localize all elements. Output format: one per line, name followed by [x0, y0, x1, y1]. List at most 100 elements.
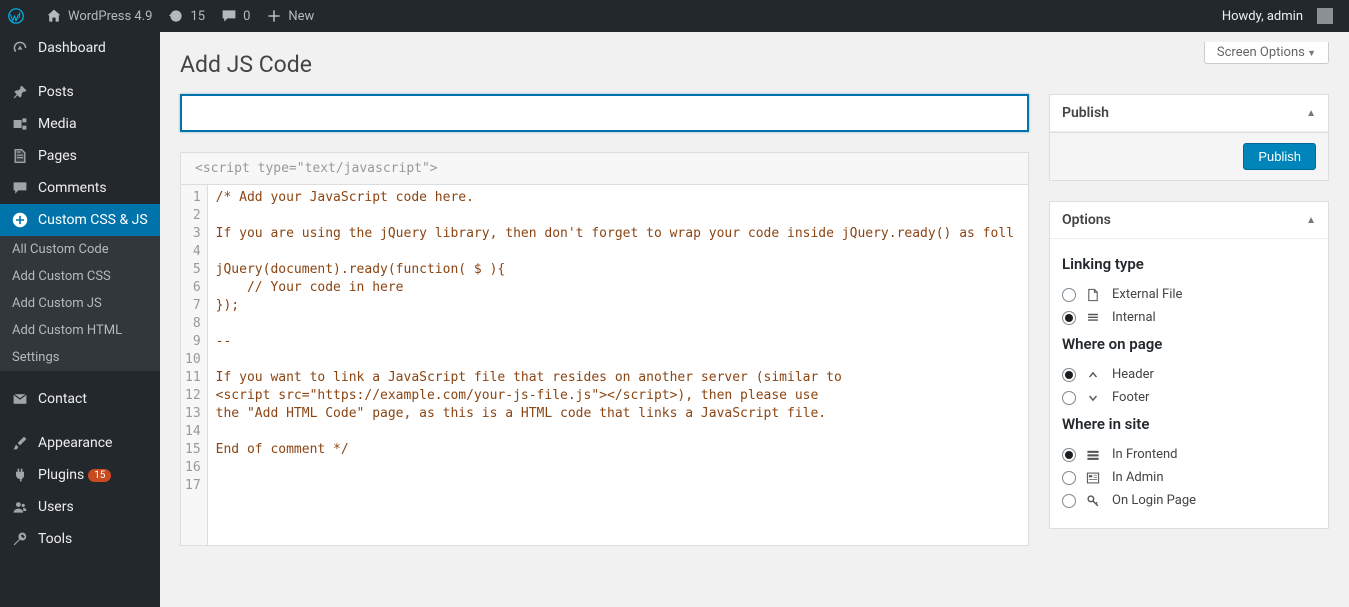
- sidebar-item-label: Appearance: [38, 435, 112, 451]
- radio-button[interactable]: [1062, 368, 1076, 382]
- option-label: Internal: [1112, 310, 1156, 325]
- sidebar-item-label: Dashboard: [38, 40, 106, 56]
- sidebar-item-pages[interactable]: Pages: [0, 140, 160, 172]
- refresh-icon: [168, 8, 184, 24]
- pin-icon: [10, 84, 30, 100]
- main-content: Screen Options Add JS Code <script type=…: [160, 32, 1349, 607]
- option-internal[interactable]: Internal: [1062, 306, 1316, 329]
- submenu-item-add-custom-html[interactable]: Add Custom HTML: [0, 317, 160, 344]
- sidebar-item-appearance[interactable]: Appearance: [0, 427, 160, 459]
- code-line: [216, 477, 1020, 495]
- options-section-where_page: Where on page Header Footer: [1062, 335, 1316, 409]
- option-on-login-page[interactable]: On Login Page: [1062, 489, 1316, 512]
- sidebar-item-label: Pages: [38, 148, 77, 164]
- sidebar-item-dashboard[interactable]: Dashboard: [0, 32, 160, 64]
- updates-link[interactable]: 15: [160, 0, 213, 32]
- key-icon: [1086, 494, 1102, 508]
- code-line: [216, 423, 1020, 441]
- option-label: On Login Page: [1112, 493, 1196, 508]
- sidebar-item-label: Custom CSS & JS: [38, 212, 148, 228]
- updates-count: 15: [190, 9, 205, 24]
- sidebar-item-contact[interactable]: Contact: [0, 383, 160, 415]
- option-external-file[interactable]: External File: [1062, 283, 1316, 306]
- plug-icon: [10, 467, 30, 483]
- radio-button[interactable]: [1062, 448, 1076, 462]
- submenu-item-all-custom-code[interactable]: All Custom Code: [0, 236, 160, 263]
- sidebar-item-users[interactable]: Users: [0, 491, 160, 523]
- screen-options-toggle[interactable]: Screen Options: [1204, 42, 1329, 64]
- sidebar-item-posts[interactable]: Posts: [0, 76, 160, 108]
- code-title-input[interactable]: [180, 94, 1029, 132]
- publish-box-toggle[interactable]: ▲: [1306, 108, 1316, 119]
- dashboard-icon: [10, 40, 30, 56]
- sidebar-item-media[interactable]: Media: [0, 108, 160, 140]
- code-line: [216, 207, 1020, 225]
- media-icon: [10, 116, 30, 132]
- sidebar-item-comments[interactable]: Comments: [0, 172, 160, 204]
- sidebar-item-tools[interactable]: Tools: [0, 523, 160, 555]
- options-heading: Where on page: [1062, 335, 1316, 353]
- publish-button[interactable]: Publish: [1243, 143, 1316, 170]
- admin-bar-left: WordPress 4.9 15 0 New: [0, 0, 322, 32]
- code-line: [216, 351, 1020, 369]
- code-line: [216, 459, 1020, 477]
- option-footer[interactable]: Footer: [1062, 386, 1316, 409]
- publish-box-title: Publish: [1062, 105, 1109, 121]
- code-textarea[interactable]: /* Add your JavaScript code here. If you…: [208, 185, 1028, 545]
- options-box-title: Options: [1062, 212, 1111, 228]
- editor-script-tag: <script type="text/javascript">: [181, 153, 1028, 185]
- internal-icon: [1086, 311, 1102, 325]
- code-line: End of comment */: [216, 441, 1020, 459]
- home-icon: [46, 8, 62, 24]
- admin-sidebar: Dashboard Posts Media Pages Comments Custom C…: [0, 32, 160, 607]
- radio-button[interactable]: [1062, 494, 1076, 508]
- sidebar-item-plugins[interactable]: Plugins15: [0, 459, 160, 491]
- account-link[interactable]: Howdy, admin: [1214, 0, 1341, 32]
- code-line: // Your code in here: [216, 279, 1020, 297]
- code-line: jQuery(document).ready(function( $ ){: [216, 261, 1020, 279]
- admin-bar-right: Howdy, admin: [1214, 0, 1341, 32]
- wp-logo[interactable]: [0, 0, 38, 32]
- code-editor: <script type="text/javascript"> 12345678…: [180, 152, 1029, 546]
- new-link[interactable]: New: [258, 0, 322, 32]
- code-line: --: [216, 333, 1020, 351]
- site-home-link[interactable]: WordPress 4.9: [38, 0, 160, 32]
- radio-button[interactable]: [1062, 288, 1076, 302]
- submenu-item-add-custom-js[interactable]: Add Custom JS: [0, 290, 160, 317]
- sidebar-item-custom-css-js[interactable]: Custom CSS & JS: [0, 204, 160, 236]
- sidebar-item-label: Media: [38, 116, 77, 132]
- option-label: Header: [1112, 367, 1154, 382]
- code-line: If you are using the jQuery library, the…: [216, 225, 1020, 243]
- plus-circle-icon: [10, 212, 30, 228]
- radio-button[interactable]: [1062, 311, 1076, 325]
- radio-button[interactable]: [1062, 391, 1076, 405]
- wordpress-icon: [8, 8, 24, 24]
- option-header[interactable]: Header: [1062, 363, 1316, 386]
- tools-icon: [10, 531, 30, 547]
- options-box-toggle[interactable]: ▲: [1306, 215, 1316, 226]
- sidebar-item-label: Tools: [38, 531, 72, 547]
- options-heading: Linking type: [1062, 255, 1316, 273]
- options-section-linking: Linking type External File Internal: [1062, 255, 1316, 329]
- options-metabox: Options ▲ Linking type External File Inter…: [1049, 201, 1329, 529]
- howdy-text: Howdy, admin: [1222, 9, 1311, 24]
- sidebar-item-label: Contact: [38, 391, 87, 407]
- admin-bar: WordPress 4.9 15 0 New Howdy, admin: [0, 0, 1349, 32]
- option-in-admin[interactable]: In Admin: [1062, 466, 1316, 489]
- radio-button[interactable]: [1062, 471, 1076, 485]
- frontend-icon: [1086, 448, 1102, 462]
- submenu-item-settings[interactable]: Settings: [0, 344, 160, 371]
- admin-icon: [1086, 471, 1102, 485]
- code-line: [216, 315, 1020, 333]
- pages-icon: [10, 148, 30, 164]
- line-numbers-gutter: 1234567891011121314151617: [181, 185, 208, 545]
- publish-metabox: Publish ▲ Publish: [1049, 94, 1329, 181]
- editor-body[interactable]: 1234567891011121314151617 /* Add your Ja…: [181, 185, 1028, 545]
- submenu-item-add-custom-css[interactable]: Add Custom CSS: [0, 263, 160, 290]
- plus-icon: [266, 8, 282, 24]
- comments-link[interactable]: 0: [213, 0, 258, 32]
- option-label: Footer: [1112, 390, 1149, 405]
- option-in-frontend[interactable]: In Frontend: [1062, 443, 1316, 466]
- sidebar-submenu: All Custom CodeAdd Custom CSSAdd Custom …: [0, 236, 160, 371]
- options-heading: Where in site: [1062, 415, 1316, 433]
